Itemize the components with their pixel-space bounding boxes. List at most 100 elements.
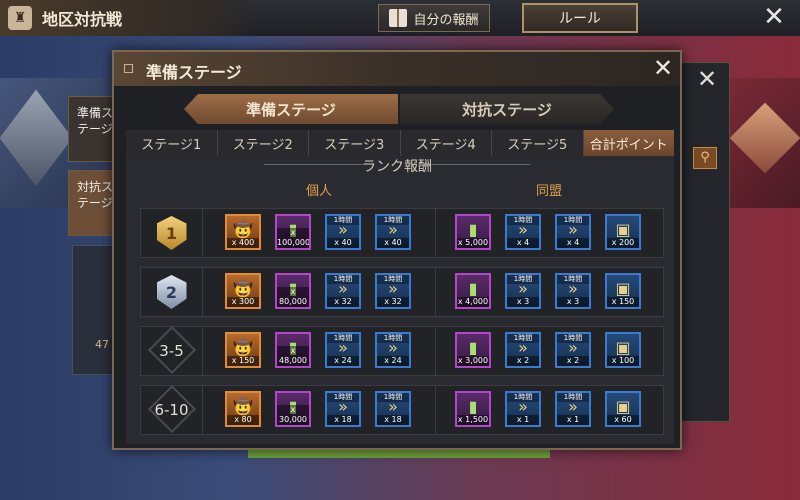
tab-label: ステージ5 xyxy=(507,137,568,153)
speedup-reward-item[interactable]: » 1時間 x 2 xyxy=(505,332,541,368)
tab-versus-stage[interactable]: 対抗ステージ xyxy=(400,94,614,124)
resource-pack-icon: ▮ xyxy=(468,397,478,416)
item-count: x 32 xyxy=(327,297,359,307)
item-count: x 150 xyxy=(227,356,259,366)
item-count: x 40 xyxy=(377,238,409,248)
modal-title: 準備ステージ xyxy=(146,63,242,82)
resource-pack-reward-item[interactable]: ▮ x 48,000 xyxy=(275,332,311,368)
item-count: x 100 xyxy=(607,356,639,366)
resource-pack-reward-item[interactable]: ▮ x 1,500 xyxy=(455,391,491,427)
speedup-blue-reward-item[interactable]: » 1時間 x 1 xyxy=(555,391,591,427)
tab-stage-5[interactable]: ステージ5 xyxy=(492,130,584,156)
resource-pack-icon: ▮ xyxy=(468,220,478,239)
speedup-reward-item[interactable]: » 1時間 x 4 xyxy=(505,214,541,250)
speedup-blue-reward-item[interactable]: » 1時間 x 18 xyxy=(375,391,411,427)
side-tab-label: 対抗ステージ xyxy=(77,180,114,210)
resource-pack-reward-item[interactable]: ▮ x 5,000 xyxy=(455,214,491,250)
tab-stage-2[interactable]: ステージ2 xyxy=(217,130,309,156)
reward-row: 6-10 🤠 x 80 ▮ x 30,000 » 1時間 x 18 » 1時間 x 18 ▮ x 1,5… xyxy=(140,384,664,435)
modal-header: 準備ステージ xyxy=(114,52,680,86)
tab-stage-4[interactable]: ステージ4 xyxy=(400,130,492,156)
item-count: x 4,000 xyxy=(457,297,489,307)
reward-row: 2 🤠 x 300 ▮ x 80,000» 1時間 x 32» 1時間 x 32 ▮ x 4,000… xyxy=(140,267,664,317)
hero-card-reward-item[interactable]: 🤠 x 400 xyxy=(225,214,261,250)
item-count: x 300 xyxy=(227,297,259,307)
stage-tabs: ステージ1 ステージ2 ステージ3 ステージ4 ステージ5 合計ポイント xyxy=(126,130,674,156)
speedup-reward-item[interactable]: » 1時間 x 32 xyxy=(325,273,361,309)
reward-row: 3-5 🤠 x 150 ▮ x 48,000» 1時間 x 24» 1時間 x 24 ▮ x 3,0… xyxy=(140,325,664,376)
column-divider xyxy=(435,386,436,434)
side-tab-prep[interactable]: 準備ステージ xyxy=(68,96,118,162)
hero-card-reward-item[interactable]: 🤠 x 300 xyxy=(225,273,261,309)
rank-range: 6-10 xyxy=(154,401,189,419)
side-tab-label: 準備ステージ xyxy=(77,106,114,136)
item-count: x 24 xyxy=(377,356,409,366)
close-icon[interactable]: ✕ xyxy=(650,56,676,82)
search-icon[interactable]: ⚲ xyxy=(693,147,717,169)
tab-label: ステージ1 xyxy=(141,137,202,153)
item-count: x 40 xyxy=(327,238,359,248)
duration-tag: 1時間 xyxy=(557,334,589,343)
tab-prep-stage[interactable]: 準備ステージ xyxy=(184,94,398,124)
side-tab-versus[interactable]: 対抗ステージ xyxy=(68,170,118,236)
map-art-right xyxy=(729,78,800,208)
chest-reward-item[interactable]: ▣ x 60 xyxy=(605,391,641,427)
item-count: x 80,000 xyxy=(277,287,309,307)
duration-tag: 1時間 xyxy=(507,275,539,284)
speedup-blue-reward-item[interactable]: » 1時間 x 3 xyxy=(555,273,591,309)
item-count: x 200 xyxy=(607,238,639,248)
rule-label: ルール xyxy=(559,11,601,27)
chest-reward-item[interactable]: ▣ x 200 xyxy=(605,214,641,250)
speedup-blue-reward-item[interactable]: » 1時間 x 40 xyxy=(375,214,411,250)
tab-stage-3[interactable]: ステージ3 xyxy=(309,130,401,156)
speedup-reward-item[interactable]: » 1時間 x 40 xyxy=(325,214,361,250)
rank-reward-modal: 準備ステージ ✕ 準備ステージ 対抗ステージ ステージ1 ステージ2 ステージ3… xyxy=(112,50,682,450)
rank-cell: 3-5 xyxy=(141,325,203,375)
rule-button[interactable]: ルール xyxy=(522,3,638,33)
tab-label: ステージ4 xyxy=(415,137,476,153)
reward-row: 1 🤠 x 400 ▮ x 100,000» 1時間 x 40» 1時間 x 40 ▮ x 5,00… xyxy=(140,208,664,258)
resource-pack-reward-item[interactable]: ▮ x 80,000 xyxy=(275,273,311,309)
column-divider xyxy=(435,327,436,375)
hero-card-reward-item[interactable]: 🤠 x 80 xyxy=(225,391,261,427)
item-count: x 1,500 xyxy=(457,415,489,425)
speedup-blue-reward-item[interactable]: » 1時間 x 32 xyxy=(375,273,411,309)
my-reward-button[interactable]: 自分の報酬 xyxy=(378,4,490,32)
duration-tag: 1時間 xyxy=(507,334,539,343)
resource-pack-reward-item[interactable]: ▮ x 100,000 xyxy=(275,214,311,250)
resource-pack-reward-item[interactable]: ▮ x 30,000 xyxy=(275,391,311,427)
item-count: x 400 xyxy=(227,238,259,248)
speedup-reward-item[interactable]: » 1時間 x 18 xyxy=(325,391,361,427)
item-count: x 2 xyxy=(557,356,589,366)
tab-label: 準備ステージ xyxy=(246,100,336,119)
hero-card-reward-item[interactable]: 🤠 x 150 xyxy=(225,332,261,368)
duration-tag: 1時間 xyxy=(377,334,409,343)
duration-tag: 1時間 xyxy=(327,275,359,284)
speedup-blue-reward-item[interactable]: » 1時間 x 2 xyxy=(555,332,591,368)
speedup-reward-item[interactable]: » 1時間 x 1 xyxy=(505,391,541,427)
column-divider xyxy=(435,268,436,316)
speedup-reward-item[interactable]: » 1時間 x 3 xyxy=(505,273,541,309)
top-bar: ♜ 地区対抗戦 自分の報酬 ルール ✕ xyxy=(0,0,800,36)
item-count: x 4 xyxy=(507,238,539,248)
resource-pack-reward-item[interactable]: ▮ x 4,000 xyxy=(455,273,491,309)
speedup-blue-reward-item[interactable]: » 1時間 x 24 xyxy=(375,332,411,368)
item-count: x 3 xyxy=(557,297,589,307)
background-panel: ✕ ⚲ xyxy=(680,62,730,422)
resource-pack-reward-item[interactable]: ▮ x 3,000 xyxy=(455,332,491,368)
speedup-reward-item[interactable]: » 1時間 x 24 xyxy=(325,332,361,368)
hero-card-icon: 🤠 xyxy=(233,397,253,416)
background-value: 47 xyxy=(95,338,109,351)
tab-total-points[interactable]: 合計ポイント xyxy=(583,130,674,156)
duration-tag: 1時間 xyxy=(507,393,539,402)
close-icon[interactable]: ✕ xyxy=(760,4,788,32)
hero-card-icon: 🤠 xyxy=(233,220,253,239)
duration-tag: 1時間 xyxy=(377,393,409,402)
chest-reward-item[interactable]: ▣ x 100 xyxy=(605,332,641,368)
close-icon[interactable]: ✕ xyxy=(697,65,717,93)
chest-reward-item[interactable]: ▣ x 150 xyxy=(605,273,641,309)
duration-tag: 1時間 xyxy=(327,216,359,225)
tab-stage-1[interactable]: ステージ1 xyxy=(126,130,218,156)
speedup-blue-reward-item[interactable]: » 1時間 x 4 xyxy=(555,214,591,250)
page-title: 地区対抗戦 xyxy=(42,10,123,29)
